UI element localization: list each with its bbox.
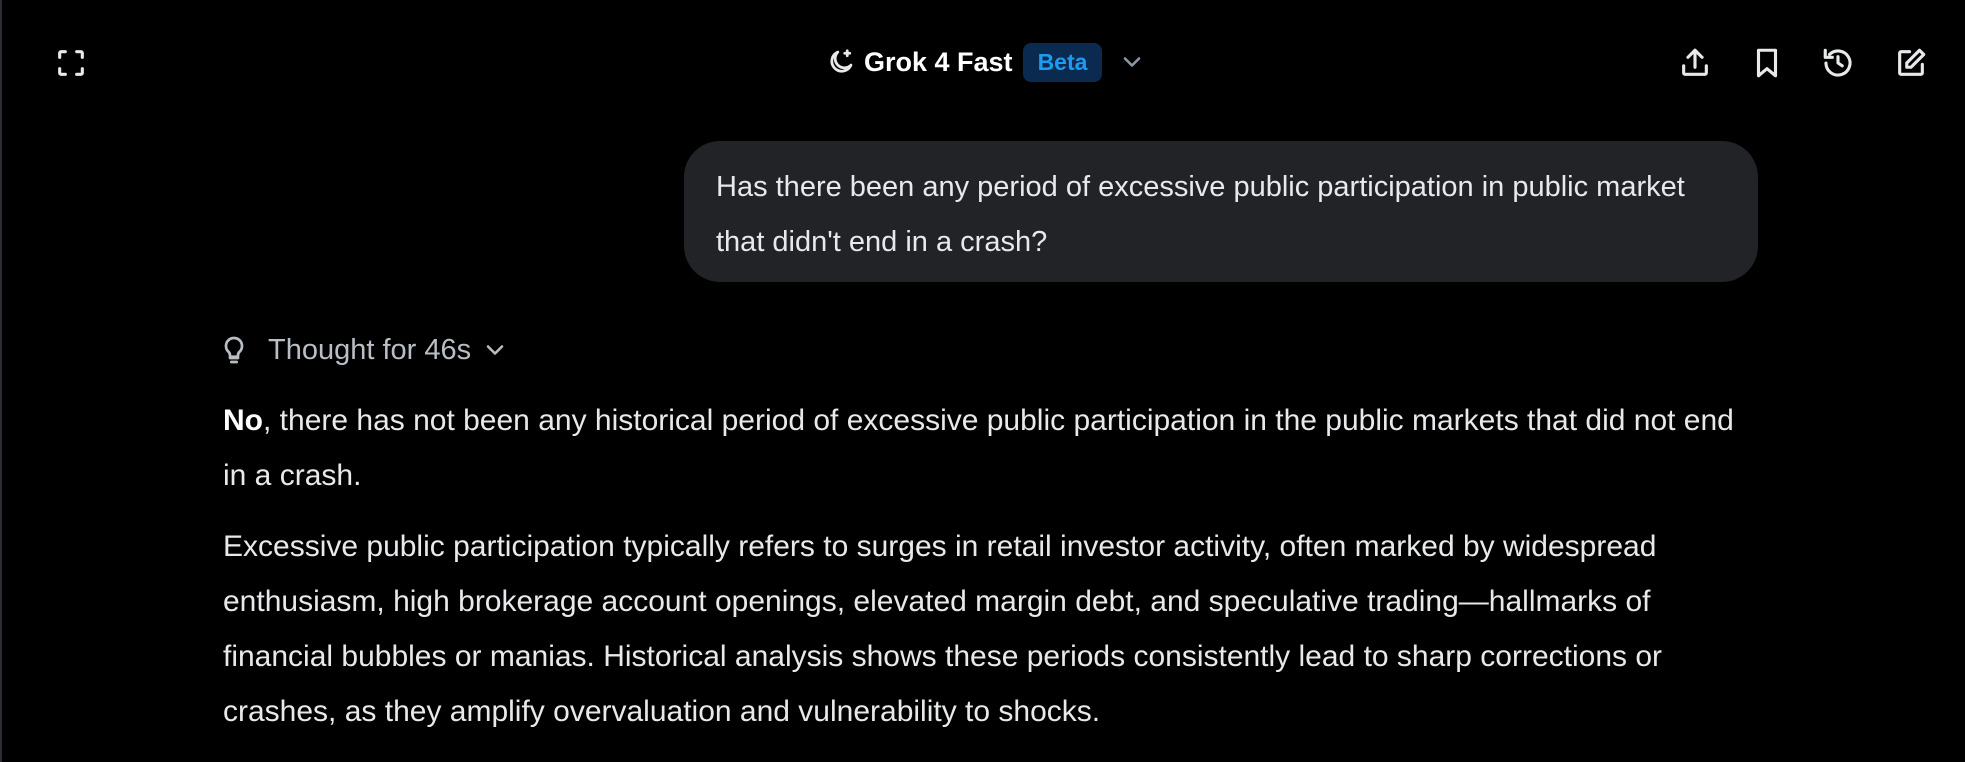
- beta-badge: Beta: [1022, 42, 1103, 82]
- window-edge: [0, 0, 2, 762]
- bookmark-button[interactable]: [1745, 41, 1789, 85]
- share-button[interactable]: [1673, 41, 1717, 85]
- expand-icon: [54, 46, 88, 80]
- share-upload-icon: [1678, 46, 1712, 80]
- moon-sparkle-icon: [826, 47, 856, 77]
- answer-paragraph-2: Excessive public participation typically…: [223, 530, 1663, 728]
- user-message: Has there been any period of excessive p…: [684, 141, 1758, 282]
- edit-icon: [1894, 46, 1928, 80]
- chevron-down-icon: [1118, 48, 1146, 76]
- answer-paragraph-1-text: , there has not been any historical peri…: [223, 404, 1734, 492]
- fullscreen-button[interactable]: [49, 41, 93, 85]
- history-icon: [1821, 46, 1855, 80]
- history-button[interactable]: [1816, 41, 1860, 85]
- model-name: Grok 4 Fast: [864, 46, 1013, 77]
- answer-paragraph-1: No, there has not been any historical pe…: [223, 393, 1763, 503]
- chevron-down-icon: [481, 336, 509, 364]
- bookmark-icon: [1750, 46, 1784, 80]
- new-chat-button[interactable]: [1889, 41, 1933, 85]
- lightbulb-icon: [218, 334, 250, 366]
- answer-bold-no: No: [223, 404, 263, 437]
- model-selector[interactable]: Grok 4 Fast Beta: [826, 40, 1146, 84]
- assistant-answer: No, there has not been any historical pe…: [223, 393, 1763, 755]
- thought-toggle[interactable]: Thought for 46s: [218, 330, 509, 370]
- thought-label: Thought for 46s: [268, 333, 472, 366]
